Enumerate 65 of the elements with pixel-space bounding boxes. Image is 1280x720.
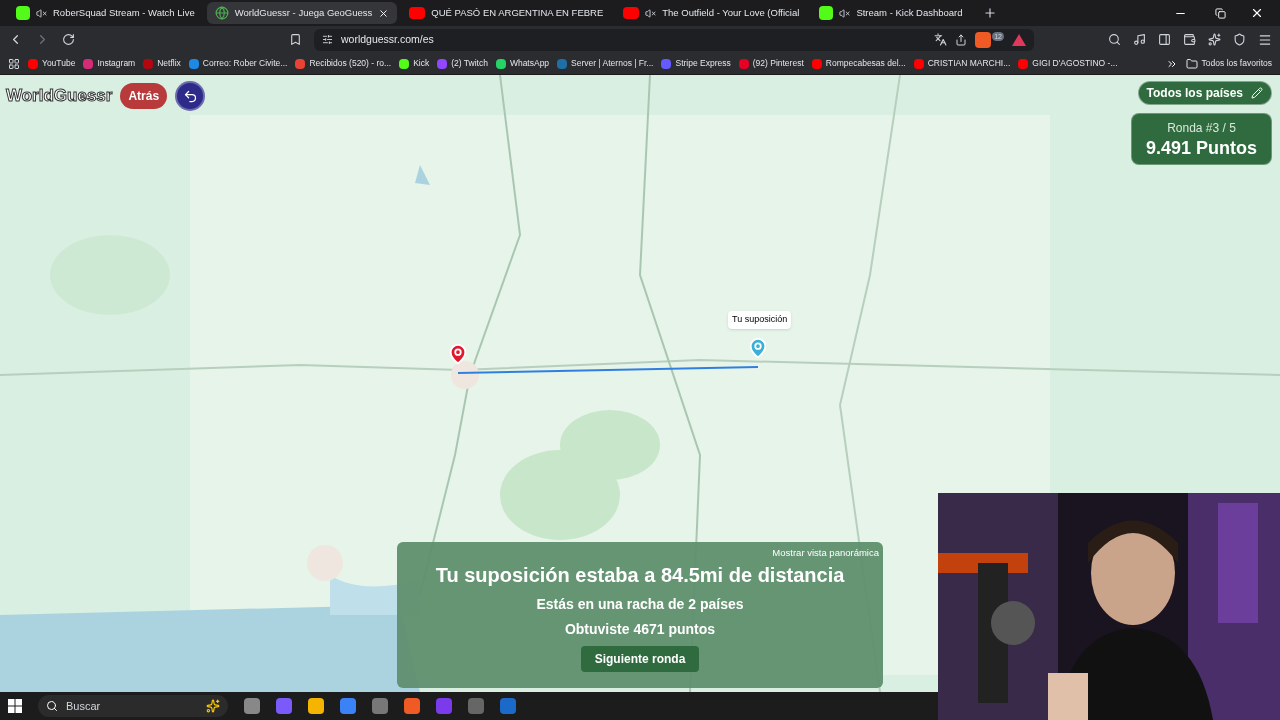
reload-icon[interactable]	[62, 33, 75, 46]
bookmark-item[interactable]: WhatsApp	[495, 57, 550, 70]
muted-icon[interactable]	[36, 7, 47, 19]
tab-title: Stream - Kick Dashboard	[856, 5, 963, 20]
site-settings-icon[interactable]	[322, 34, 333, 45]
search-placeholder: Buscar	[66, 698, 102, 714]
browser-tab[interactable]: QUÉ PASÓ EN ARGENTINA EN FEBRE	[401, 2, 612, 24]
taskbar-app-icon[interactable]	[372, 698, 388, 714]
search-icon	[46, 700, 58, 712]
taskbar-app-icon[interactable]	[500, 698, 516, 714]
taskbar-app-icon[interactable]	[244, 698, 260, 714]
sparkle-icon[interactable]	[1208, 33, 1221, 46]
bookmark-item[interactable]: Correo: Rober Civite...	[188, 57, 288, 70]
muted-icon[interactable]	[645, 7, 657, 19]
bookmark-item[interactable]: Rompecabesas del...	[811, 57, 906, 70]
url-text: worldguessr.com/es	[341, 31, 434, 47]
taskbar-app-icon[interactable]	[276, 698, 292, 714]
taskbar-app-icon[interactable]	[308, 698, 324, 714]
tab-title: WorldGuessr - Juega GeoGuess	[234, 5, 373, 20]
shield-outline-icon[interactable]	[1233, 33, 1246, 46]
share-icon[interactable]	[955, 33, 968, 46]
taskbar-app-icon[interactable]	[404, 698, 420, 714]
tab-title: RoberSquad Stream - Watch Live	[53, 5, 195, 20]
folder-icon	[1185, 57, 1198, 70]
music-icon[interactable]	[1133, 33, 1146, 46]
browser-tab[interactable]: RoberSquad Stream - Watch Live	[8, 2, 203, 24]
youtube-icon	[409, 7, 426, 19]
windows-icon[interactable]	[8, 699, 22, 713]
tab-title: QUÉ PASÓ EN ARGENTINA EN FEBRE	[431, 5, 604, 20]
kick-icon	[16, 6, 30, 20]
bookmark-item[interactable]: Stripe Express	[661, 57, 731, 70]
youtube-icon	[623, 7, 640, 19]
bookmark-item[interactable]: YouTube	[28, 57, 76, 70]
bookmark-icon[interactable]	[289, 33, 302, 46]
sidebar-icon[interactable]	[1158, 33, 1171, 46]
taskbar-search-field[interactable]: Buscar	[38, 695, 228, 717]
browser-tab[interactable]: Stream - Kick Dashboard	[811, 2, 971, 24]
search-icon[interactable]	[1108, 33, 1121, 46]
apps-icon[interactable]	[8, 57, 20, 70]
bookmark-item[interactable]: Kick	[399, 57, 430, 70]
browser-tab[interactable]: The Outfield - Your Love (Official	[615, 2, 808, 24]
close-icon[interactable]	[378, 7, 390, 19]
globe-icon	[214, 6, 229, 20]
restore-icon[interactable]	[1215, 7, 1226, 19]
browser-tab[interactable]: WorldGuessr - Juega GeoGuess	[206, 2, 398, 24]
new-tab-icon[interactable]	[982, 6, 997, 20]
menu-icon[interactable]	[1258, 32, 1272, 47]
bookmark-item[interactable]: (92) Pinterest	[738, 57, 804, 70]
wallet-icon[interactable]	[1183, 33, 1196, 46]
bookmark-item[interactable]: Recibidos (520) - ro...	[295, 57, 392, 70]
sparkle-icon	[206, 699, 220, 713]
taskbar-app-icon[interactable]	[340, 698, 356, 714]
bookmark-item[interactable]: (2) Twitch	[437, 57, 488, 70]
tab-title: The Outfield - Your Love (Official	[662, 5, 800, 20]
bookmark-item[interactable]: Instagram	[83, 57, 136, 70]
bookmark-item[interactable]: CRISTIAN MARCHI...	[913, 57, 1011, 70]
bookmark-item[interactable]: Server | Aternos | Fr...	[557, 57, 654, 70]
close-window-icon[interactable]	[1250, 6, 1264, 20]
bookmark-item[interactable]: GIGI D'AGOSTINO -...	[1018, 57, 1118, 70]
triangle-icon[interactable]	[1012, 33, 1026, 46]
translate-icon[interactable]	[934, 33, 948, 46]
muted-icon[interactable]	[839, 7, 851, 19]
kick-icon	[819, 6, 834, 20]
all-bookmarks-item[interactable]: Todos los favoritos	[1185, 57, 1272, 70]
bookmark-item[interactable]: Netflix	[143, 57, 181, 70]
